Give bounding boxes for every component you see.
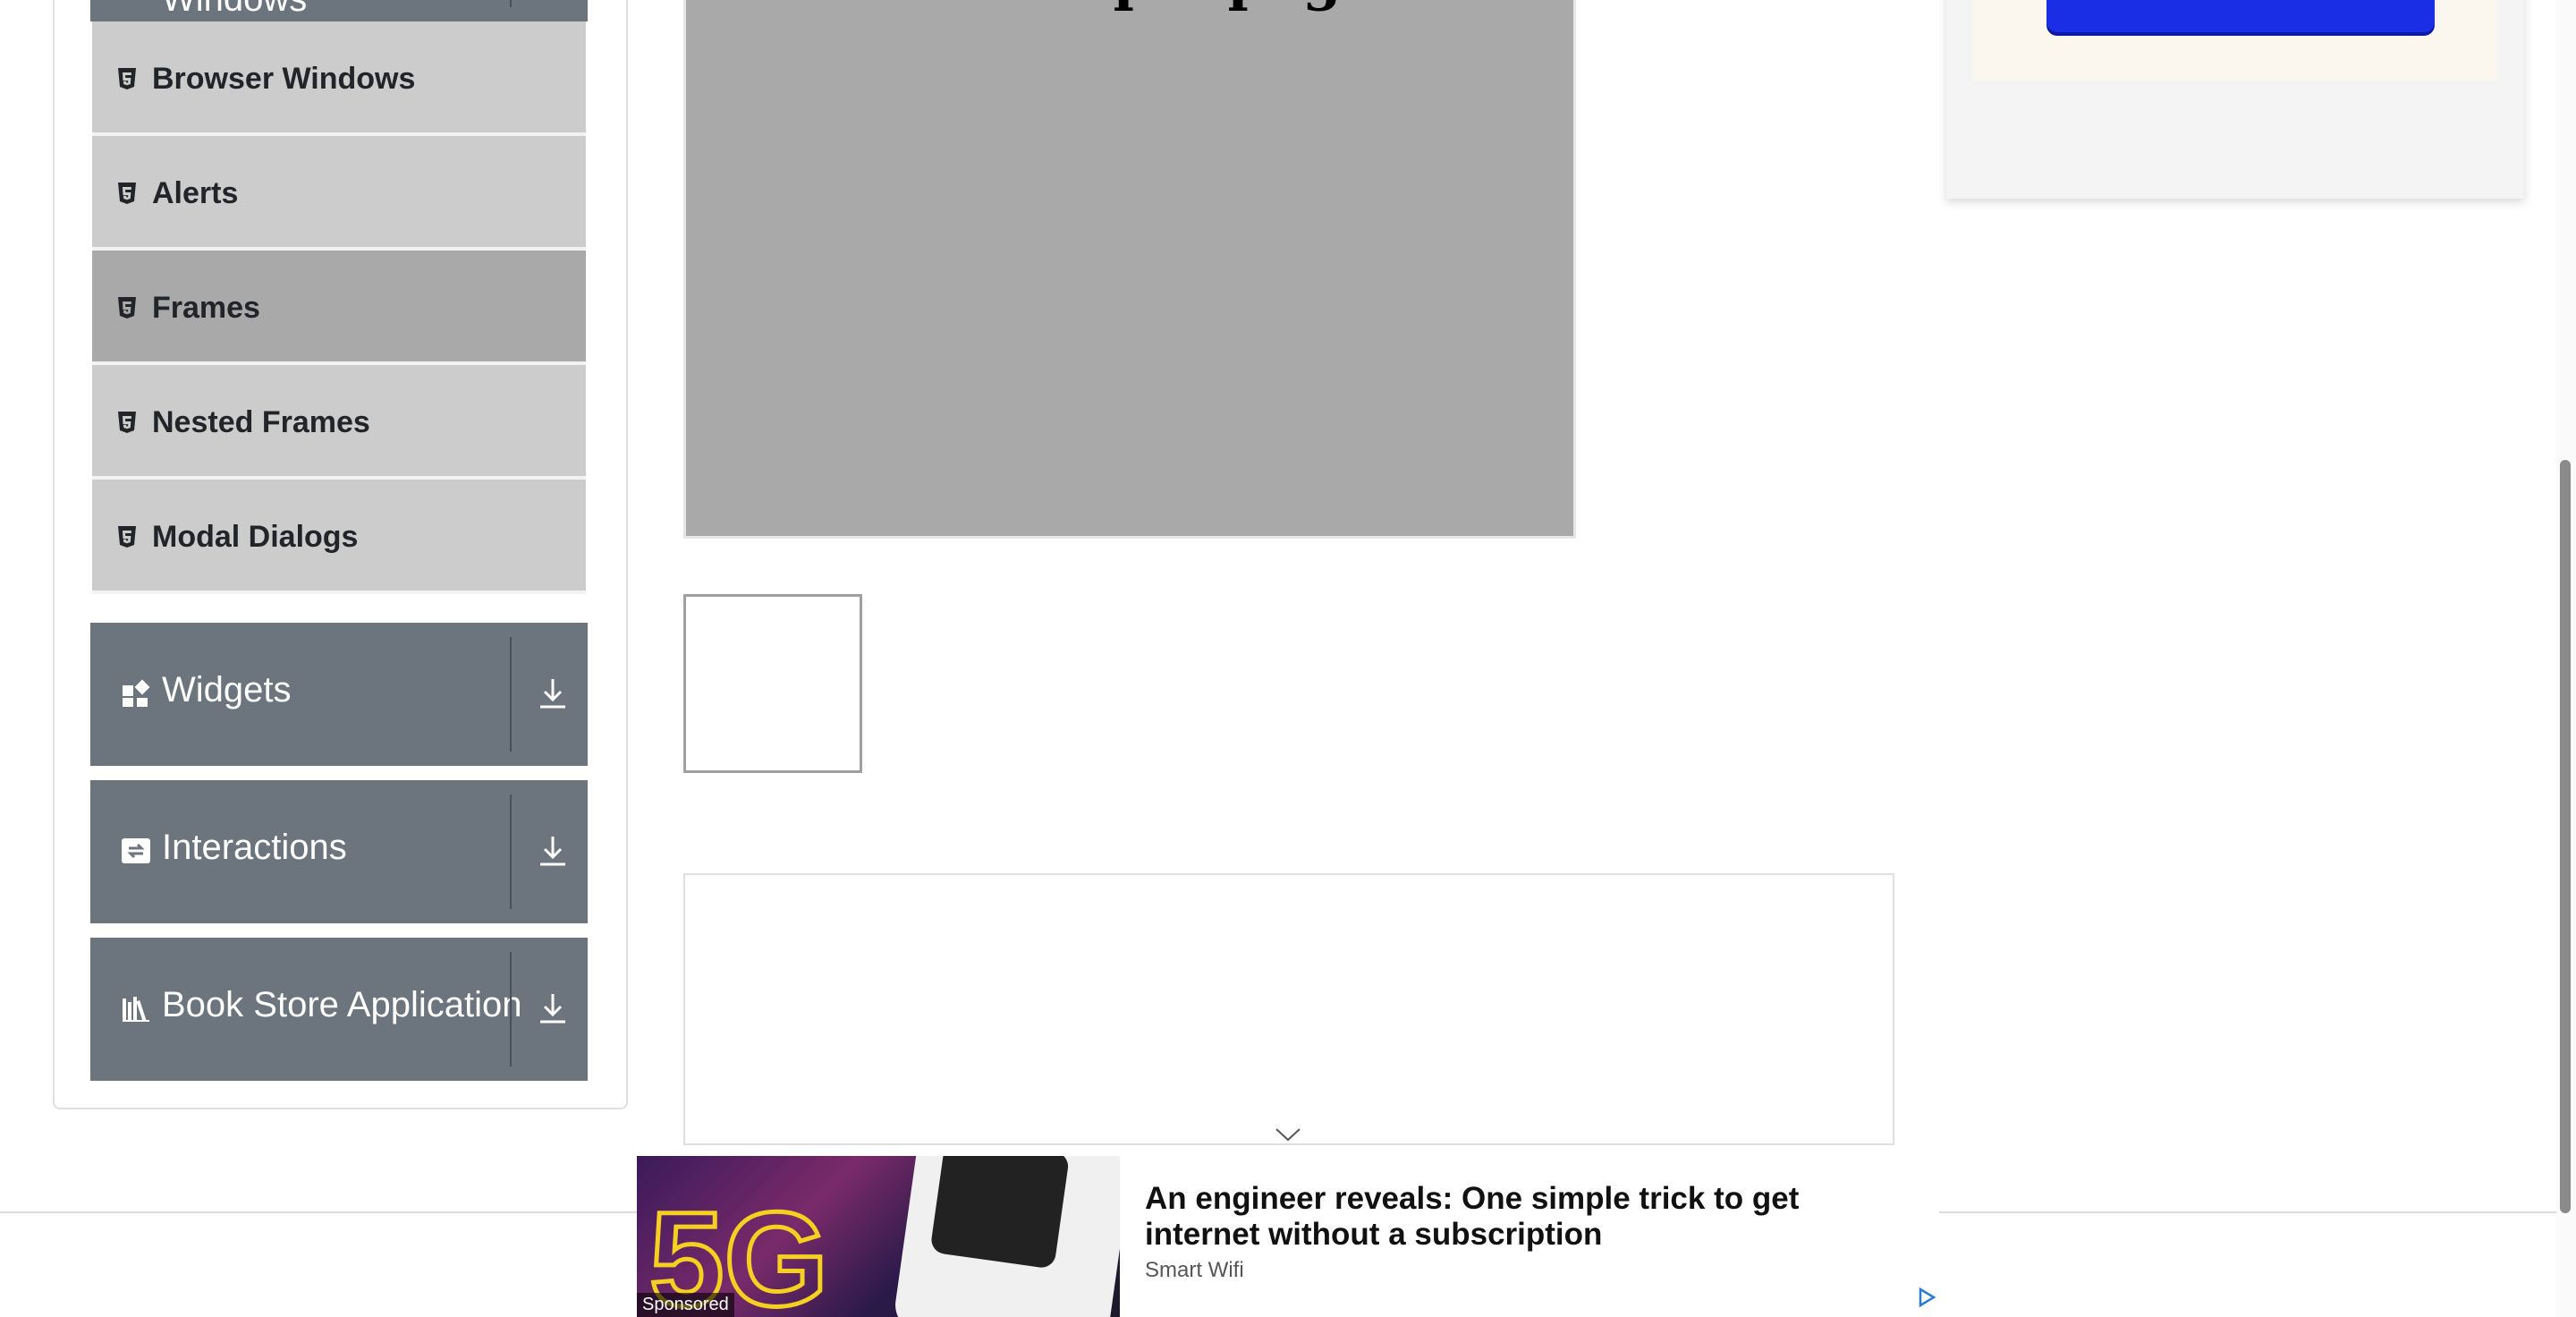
menu-list: Browser Windows Alerts Frames Nested Fra… [92,21,586,594]
ad-button[interactable] [2046,0,2435,32]
scrollbar-thumb[interactable] [2560,460,2571,1213]
html5-icon [118,183,136,204]
menu-item-nested-frames[interactable]: Nested Frames [92,365,586,480]
group-header-widgets[interactable]: Widgets [90,623,588,766]
download-arrow-icon[interactable] [538,834,568,868]
group-header-divider [510,794,512,909]
right-ad-banner[interactable] [1946,0,2524,199]
group-header-label: Book Store Application [162,985,522,1024]
widgets-icon [123,679,150,707]
frame1-heading: This is a sample page [708,0,1377,13]
frame2[interactable] [683,594,862,773]
menu-item-modal-dialogs[interactable]: Modal Dialogs [92,480,586,594]
html5-icon [118,526,136,548]
html5-icon [118,297,136,319]
chevron-down-icon[interactable] [1275,1126,1301,1143]
adchoices-icon[interactable] [1916,1287,1937,1308]
group-header-divider [510,0,512,7]
ad-source[interactable]: Smart Wifi [1145,1258,1244,1283]
download-arrow-icon[interactable] [538,991,568,1025]
group-header-alerts-frame-windows[interactable]: Windows [90,0,588,21]
ad-headline[interactable]: An engineer reveals: One simple trick to… [1145,1181,1887,1253]
html5-icon [118,412,136,433]
group-header-label: Interactions [162,828,347,867]
menu-item-label: Frames [152,291,260,325]
ad-image[interactable]: 5G Sponsored [637,1156,1120,1317]
menu-item-label: Browser Windows [152,62,416,96]
group-header-label: Windows [162,0,307,20]
menu-item-alerts[interactable]: Alerts [92,136,586,251]
books-icon [123,997,149,1023]
group-header-divider [510,952,512,1066]
router-device-image [892,1156,1120,1317]
menu-item-label: Alerts [152,176,239,210]
sponsored-badge: Sponsored [637,1293,734,1317]
menu-item-label: Nested Frames [152,405,370,439]
ad-slot [683,873,1894,1145]
menu-item-label: Modal Dialogs [152,520,359,554]
menu-item-frames[interactable]: Frames [92,251,586,365]
group-header-label: Widgets [162,670,292,709]
html5-icon [118,68,136,89]
frame1[interactable]: This is a sample page [683,0,1576,539]
download-arrow-icon[interactable] [538,676,568,710]
interactions-icon [122,838,150,863]
group-header-divider [510,637,512,752]
group-header-interactions[interactable]: Interactions [90,780,588,923]
menu-item-browser-windows[interactable]: Browser Windows [92,21,586,136]
group-header-book-store-application[interactable]: Book Store Application [90,938,588,1081]
sponsored-ad[interactable]: 5G Sponsored An engineer reveals: One si… [637,1156,1939,1317]
